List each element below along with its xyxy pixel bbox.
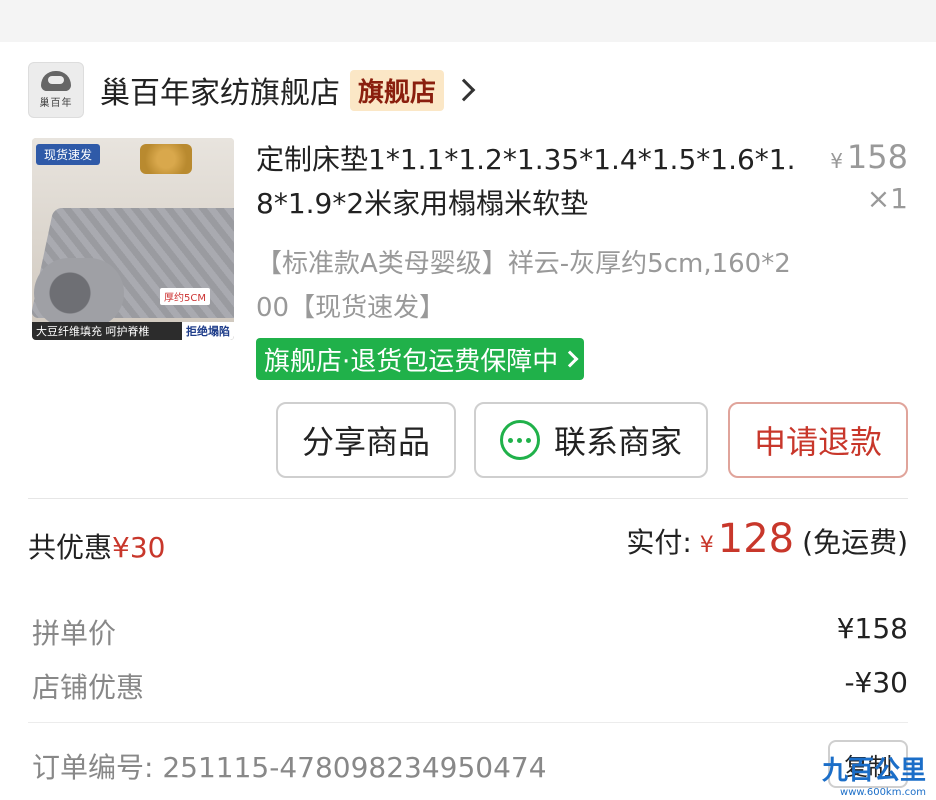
- watermark-url: www.600km.com: [840, 787, 926, 798]
- site-watermark: 九百公里 www.600km.com: [822, 750, 926, 798]
- divider: [28, 498, 908, 499]
- shipping-note: (免运费): [802, 526, 908, 559]
- contact-seller-label: 联系商家: [553, 423, 682, 461]
- store-discount-value: -¥30: [844, 666, 908, 699]
- caption-right: 拒绝塌陷: [182, 322, 234, 340]
- soybean-graphic: [140, 144, 192, 174]
- store-header[interactable]: 巢百年 巢百年家纺旗舰店 旗舰店: [28, 62, 476, 118]
- guarantee-label: 旗舰店·退货包运费保障中: [264, 346, 559, 377]
- paid-label: 实付:: [626, 526, 692, 559]
- flagship-badge: 旗舰店: [350, 69, 445, 111]
- thickness-tag: 厚约5CM: [160, 288, 210, 305]
- store-name[interactable]: 巢百年家纺旗舰店: [100, 68, 340, 112]
- share-product-button[interactable]: 分享商品: [276, 402, 456, 478]
- fast-ship-tag: 现货速发: [36, 144, 101, 165]
- product-spec: 【标准款A类母婴级】祥云-灰厚约5cm,160*200【现货速发】: [256, 249, 791, 323]
- caption-left: 大豆纤维填充 呵护脊椎: [36, 325, 150, 338]
- chevron-right-icon: [561, 350, 579, 368]
- paid-currency: ¥: [699, 533, 714, 558]
- store-discount-label: 店铺优惠: [32, 671, 145, 704]
- product-image[interactable]: 现货速发 厚约5CM 大豆纤维填充 呵护脊椎 拒绝塌陷: [32, 138, 234, 340]
- order-number: 订单编号: 251115-478098234950474: [32, 746, 547, 786]
- nest-icon: [41, 71, 71, 91]
- order-card: 巢百年 巢百年家纺旗舰店 旗舰店 现货速发 厚约5CM 大豆纤维填充 呵护脊椎 …: [0, 42, 936, 572]
- price-currency: ¥: [830, 149, 843, 173]
- top-strip: [0, 0, 936, 42]
- chat-icon: [499, 420, 540, 460]
- store-logo: 巢百年: [28, 62, 84, 118]
- return-guarantee-badge[interactable]: 旗舰店·退货包运费保障中: [256, 338, 585, 380]
- request-refund-button[interactable]: 申请退款: [728, 402, 908, 478]
- watermark-text: 九百公里: [821, 756, 926, 786]
- divider: [28, 722, 908, 723]
- order-number-value: 251115-478098234950474: [162, 751, 547, 784]
- contact-seller-button[interactable]: 联系商家: [474, 402, 708, 478]
- mattress-roll-graphic: [34, 258, 124, 328]
- total-discount: 共优惠¥30: [28, 526, 165, 566]
- order-number-label: 订单编号:: [32, 751, 154, 784]
- image-caption: 大豆纤维填充 呵护脊椎 拒绝塌陷: [32, 322, 234, 340]
- product-title[interactable]: 定制床垫1*1.1*1.2*1.35*1.4*1.5*1.6*1.8*1.9*2…: [256, 138, 796, 226]
- amount-paid: 实付: ¥ 128 (免运费): [626, 516, 908, 562]
- paid-amount: 128: [717, 516, 795, 562]
- group-price-label: 拼单价: [32, 617, 117, 650]
- discount-label: 共优惠: [28, 531, 113, 564]
- store-logo-text: 巢百年: [39, 98, 73, 109]
- product-price: ¥158: [830, 138, 908, 176]
- discount-amount: ¥30: [112, 531, 166, 564]
- price-value: 158: [846, 138, 908, 176]
- chevron-right-icon[interactable]: [452, 78, 476, 102]
- group-price-value: ¥158: [836, 612, 908, 645]
- product-quantity: ×1: [866, 182, 908, 215]
